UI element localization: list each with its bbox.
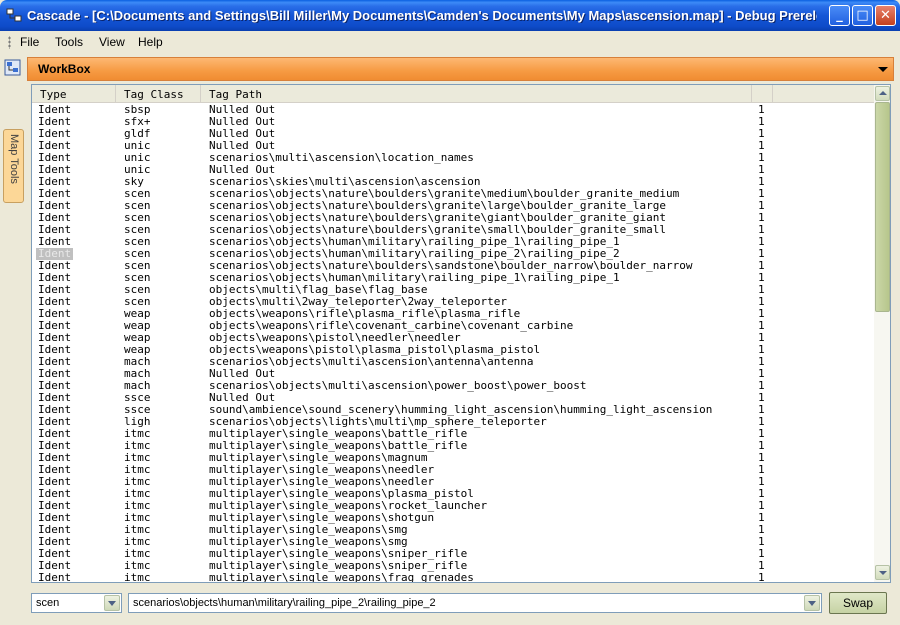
cell-type: Ident <box>38 571 72 583</box>
menu-grip-icon[interactable] <box>8 36 11 49</box>
table-body: Ident sbsp Nulled Out 1 Ident sfx+ Nulled Out 1… <box>32 104 874 583</box>
chevron-down-icon[interactable] <box>878 67 888 72</box>
table-row[interactable]: Ident itmc multiplayer\single_weapons\need… <box>32 464 874 476</box>
column-header-tag-path[interactable]: Tag Path <box>201 85 752 103</box>
table-row[interactable]: Ident gldf Nulled Out 1 <box>32 128 874 140</box>
table-row[interactable]: Ident itmc multiplayer\single_weapons\batt… <box>32 440 874 452</box>
window-title: Cascade - [C:\Documents and Settings\Bil… <box>27 8 817 23</box>
column-header-count[interactable] <box>752 85 773 103</box>
table-row[interactable]: Ident itmc multiplayer\single_weapons\rock… <box>32 500 874 512</box>
menu-tools[interactable]: Tools <box>55 35 83 49</box>
menu-file[interactable]: File <box>20 35 39 49</box>
workbox-header: WorkBox <box>27 57 894 81</box>
table-row[interactable]: Ident scen scenarios\objects\human\militar… <box>32 272 874 284</box>
table-row[interactable]: Ident sbsp Nulled Out 1 <box>32 104 874 116</box>
arrow-down-icon <box>879 571 887 575</box>
tab-map-tools[interactable]: Map Tools <box>3 129 24 203</box>
vertical-scrollbar[interactable] <box>874 85 890 582</box>
app-icon <box>6 8 22 22</box>
scroll-thumb[interactable] <box>875 102 890 312</box>
tag-path-dropdown-button[interactable] <box>804 595 820 611</box>
tag-class-combo[interactable]: scen <box>31 593 122 613</box>
minimize-button[interactable]: _ <box>829 5 850 26</box>
close-button[interactable]: ✕ <box>875 5 896 26</box>
table-row[interactable]: Ident mach scenarios\objects\multi\ascensi… <box>32 356 874 368</box>
table-row[interactable]: Ident sfx+ Nulled Out 1 <box>32 116 874 128</box>
table-row[interactable]: Ident itmc multiplayer\single_weapons\shot… <box>32 512 874 524</box>
tag-path-value: scenarios\objects\human\military\railing… <box>133 597 436 609</box>
column-header-blank[interactable] <box>773 85 874 103</box>
maximize-button[interactable]: □ <box>852 5 873 26</box>
swap-button[interactable]: Swap <box>829 592 887 614</box>
scroll-down-button[interactable] <box>875 565 890 580</box>
tag-path-combo[interactable]: scenarios\objects\human\military\railing… <box>128 593 822 613</box>
chevron-down-icon <box>808 601 816 606</box>
table-row[interactable]: Ident itmc multiplayer\single_weapons\smg 1 <box>32 524 874 536</box>
map-tools-icon[interactable] <box>4 59 21 76</box>
menu-help[interactable]: Help <box>138 35 163 49</box>
tab-map-tools-label: Map Tools <box>8 134 20 184</box>
scroll-up-button[interactable] <box>875 86 890 101</box>
tag-class-dropdown-button[interactable] <box>104 595 120 611</box>
column-header-type[interactable]: Type <box>32 85 116 103</box>
left-tool-strip: Map Tools <box>0 53 26 625</box>
table-row[interactable]: Ident itmc multiplayer\single_weapons\frag… <box>32 572 874 583</box>
chevron-down-icon <box>108 601 116 606</box>
arrow-up-icon <box>879 91 887 95</box>
table-row[interactable]: Ident mach scenarios\objects\multi\ascensi… <box>32 380 874 392</box>
tag-list[interactable]: Type Tag Class Tag Path Ident sbsp Nulled … <box>31 84 891 583</box>
table-header: Type Tag Class Tag Path <box>32 85 874 103</box>
table-row[interactable]: Ident unic scenarios\multi\ascension\locat… <box>32 152 874 164</box>
workbox-title: WorkBox <box>38 62 91 76</box>
cell-tag-class: itmc <box>124 571 151 583</box>
cell-count: 1 <box>758 571 765 583</box>
column-header-tag-class[interactable]: Tag Class <box>116 85 201 103</box>
title-bar[interactable]: Cascade - [C:\Documents and Settings\Bil… <box>0 0 900 31</box>
menu-bar: File Tools View Help <box>0 31 900 53</box>
cell-tag-path: multiplayer\single_weapons\frag_grenades <box>209 571 474 583</box>
table-row[interactable]: Ident itmc multiplayer\single_weapons\magn… <box>32 452 874 464</box>
menu-view[interactable]: View <box>99 35 125 49</box>
tag-class-value: scen <box>36 597 60 609</box>
